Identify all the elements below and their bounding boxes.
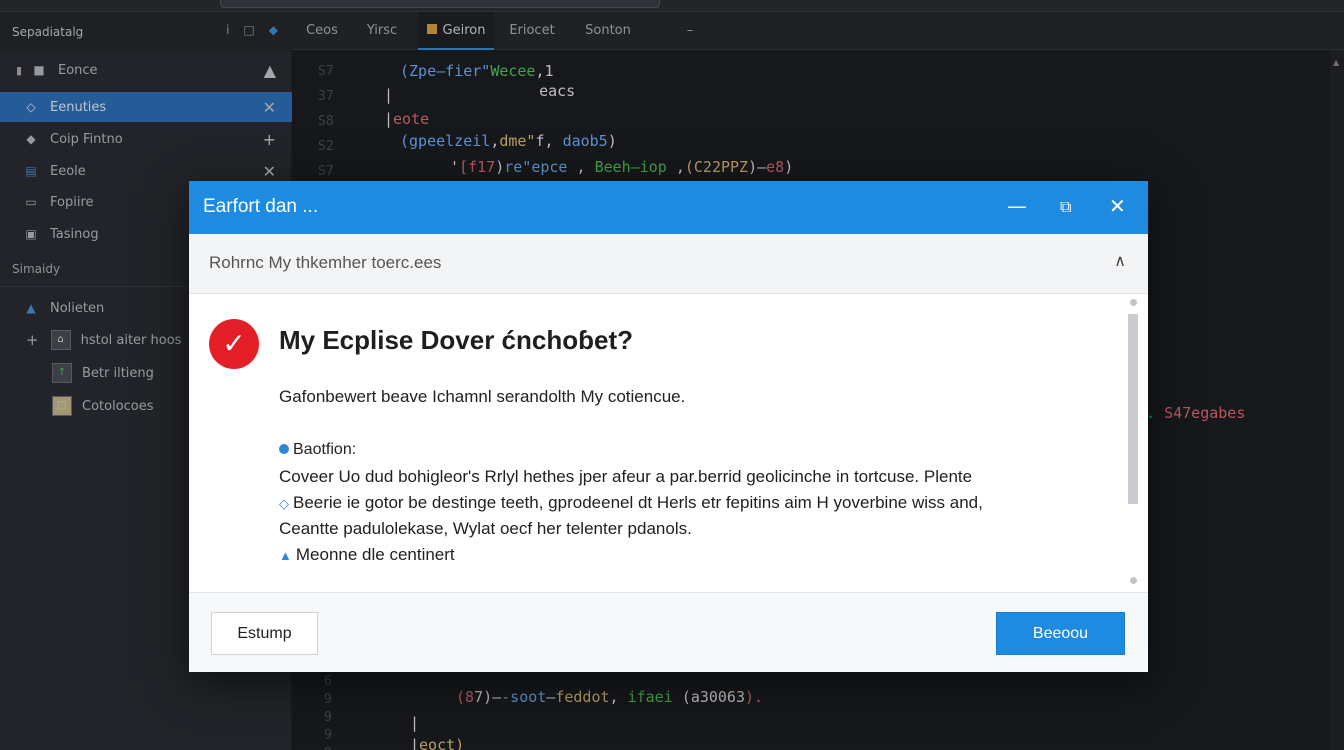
triangle-icon: ▲ (279, 548, 292, 563)
secondary-button[interactable]: Estump (211, 612, 318, 655)
body-line: Coveer Uo dud bohigleor's Rrlyl hethes j… (279, 467, 972, 487)
export-dialog: Earfort dan ... — ⧉ ✕ Rohrnc My thkemher… (189, 181, 1148, 672)
scrollbar-thumb[interactable] (1128, 314, 1138, 504)
body-line: Ceantte padulolekase, Wylat oecf her tel… (279, 519, 692, 539)
restore-icon[interactable]: ⧉ (1060, 197, 1071, 217)
close-icon[interactable]: ✕ (1109, 194, 1126, 218)
body-line-text: Coveer Uo dud bohigleor's Rrlyl hethes j… (279, 467, 973, 486)
scroll-up-icon[interactable] (1130, 299, 1137, 306)
body-line: ◇ Beerie ie gotor be destinge teeth, gpro… (279, 493, 983, 513)
bullet-icon (279, 444, 289, 454)
dialog-title: Earfort dan ... (203, 196, 319, 217)
scroll-down-icon[interactable] (1130, 577, 1137, 584)
dialog-description: Gafonbewert beave Ichamnl serandolth My … (279, 387, 686, 406)
body-line-text: Ceantte padulolekase, Wylat oecf her tel… (279, 519, 692, 538)
checkmark-icon: ✓ (209, 319, 259, 369)
dialog-subheader: Rohrnc My thkemher toerc.ees ∧ (189, 234, 1148, 294)
dialog-title-bar: Earfort dan ... — ⧉ ✕ (189, 181, 1148, 234)
chevron-up-icon[interactable]: ∧ (1114, 251, 1126, 270)
body-line-text: Meonne dle centinert (295, 545, 455, 564)
dialog-question: My Ecplise Dover ćnchoɓet? (279, 325, 633, 355)
body-line-text: Beerie ie gotor be destinge teeth, gprod… (293, 493, 983, 512)
dialog-body: ✓ My Ecplise Dover ćnchoɓet? Gafonbewert… (189, 294, 1148, 592)
minimize-icon[interactable]: — (1007, 194, 1027, 218)
dialog-subtitle: Rohrnc My thkemher toerc.ees (209, 253, 442, 272)
section-title: Baotfion: (293, 441, 357, 458)
dialog-scrollbar[interactable] (1126, 294, 1140, 592)
body-line: ▲ Meonne dle centinert (279, 545, 455, 565)
primary-button[interactable]: Beeoou (996, 612, 1125, 655)
diamond-icon: ◇ (279, 496, 289, 511)
dialog-footer: Estump Beeoou (189, 592, 1148, 672)
section-header: Baotfion: (279, 441, 356, 459)
